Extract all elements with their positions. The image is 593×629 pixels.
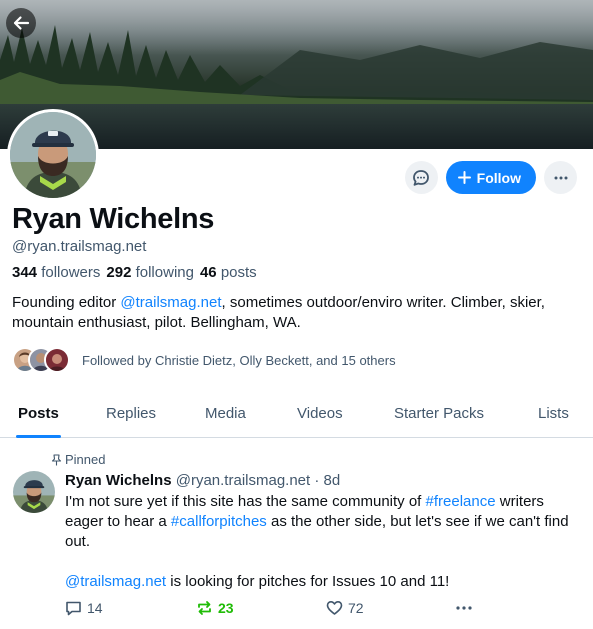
post-actions: 14 23 72 (65, 600, 585, 620)
posts-stat: 46 posts (200, 264, 257, 281)
tab-media[interactable]: Media (205, 405, 246, 422)
active-tab-indicator (16, 435, 61, 438)
chat-bubble-icon (413, 169, 430, 186)
tab-replies[interactable]: Replies (106, 405, 156, 422)
post-text: I'm not sure yet if this site has the sa… (65, 493, 426, 510)
display-name: Ryan Wichelns (12, 203, 215, 235)
post-paragraph: I'm not sure yet if this site has the sa… (65, 492, 585, 552)
post-mention-link[interactable]: @trailsmag.net (65, 573, 166, 590)
followers-label: followers (41, 264, 101, 281)
arrow-left-icon (13, 16, 30, 30)
followers-count: 344 (12, 264, 38, 281)
plus-icon (457, 171, 471, 184)
more-horizontal-icon (456, 606, 472, 610)
posts-label: posts (220, 264, 257, 281)
profile-tabs: Posts Replies Media Videos Starter Packs… (0, 396, 593, 438)
following-count: 292 (106, 264, 132, 281)
profile-bio: Founding editor @trailsmag.net, sometime… (12, 293, 587, 333)
post-body: I'm not sure yet if this site has the sa… (65, 492, 585, 612)
followed-by-text: Followed by Christie Dietz, Olly Beckett… (82, 352, 396, 368)
reply-button[interactable]: 14 (65, 600, 103, 616)
bio-text-start: Founding editor (12, 294, 121, 311)
heart-icon (326, 601, 343, 615)
post-avatar-portrait-image (13, 471, 55, 513)
tab-posts[interactable]: Posts (18, 405, 59, 422)
hashtag-freelance-link[interactable]: #freelance (426, 493, 496, 510)
profile-actions: Follow (404, 161, 577, 194)
repost-count: 23 (218, 600, 234, 616)
hashtag-callforpitches-link[interactable]: #callforpitches (171, 513, 267, 530)
tab-videos[interactable]: Videos (297, 405, 343, 422)
more-options-button[interactable] (544, 161, 577, 194)
posts-count: 46 (199, 264, 217, 281)
followers-stat[interactable]: 344 followers (12, 264, 100, 281)
back-button[interactable] (6, 8, 36, 38)
avatar[interactable] (7, 109, 99, 201)
post-more-button[interactable] (455, 600, 473, 616)
tab-lists[interactable]: Lists (538, 405, 569, 422)
post-author-name[interactable]: Ryan Wichelns (65, 472, 172, 489)
bio-mention-link[interactable]: @trailsmag.net (120, 294, 221, 311)
followed-by[interactable]: Followed by Christie Dietz, Olly Beckett… (12, 345, 396, 375)
following-stat[interactable]: 292 following (106, 264, 194, 281)
pin-icon (51, 453, 62, 465)
repost-icon (198, 601, 211, 615)
pinned-label: Pinned (65, 452, 106, 467)
banner-forest-image (0, 25, 593, 110)
message-button[interactable] (404, 161, 438, 194)
post-header: Ryan Wichelns @ryan.trailsmag.net · 8d (65, 472, 340, 489)
avatar-portrait-image (10, 112, 96, 198)
follower-avatar (44, 347, 70, 373)
following-label: following (135, 264, 194, 281)
post-paragraph: @trailsmag.net is looking for pitches fo… (65, 572, 585, 592)
pinned-indicator: Pinned (51, 452, 105, 467)
tab-starter-packs[interactable]: Starter Packs (394, 405, 484, 422)
like-count: 72 (348, 600, 364, 616)
profile-handle: @ryan.trailsmag.net (12, 238, 147, 255)
more-horizontal-icon (554, 176, 567, 179)
post-author-handle[interactable]: @ryan.trailsmag.net (176, 472, 310, 489)
post-timestamp[interactable]: · 8d (314, 472, 340, 489)
reply-icon (66, 601, 81, 616)
post-author-avatar[interactable] (13, 471, 55, 513)
reply-count: 14 (87, 600, 103, 616)
follow-button-label: Follow (476, 169, 521, 186)
like-button[interactable]: 72 (326, 600, 364, 616)
post-text: is looking for pitches for Issues 10 and… (166, 573, 450, 590)
repost-button[interactable]: 23 (196, 600, 234, 616)
follow-button[interactable]: Follow (445, 161, 536, 194)
profile-stats: 344 followers 292 following 46 posts (12, 264, 257, 281)
